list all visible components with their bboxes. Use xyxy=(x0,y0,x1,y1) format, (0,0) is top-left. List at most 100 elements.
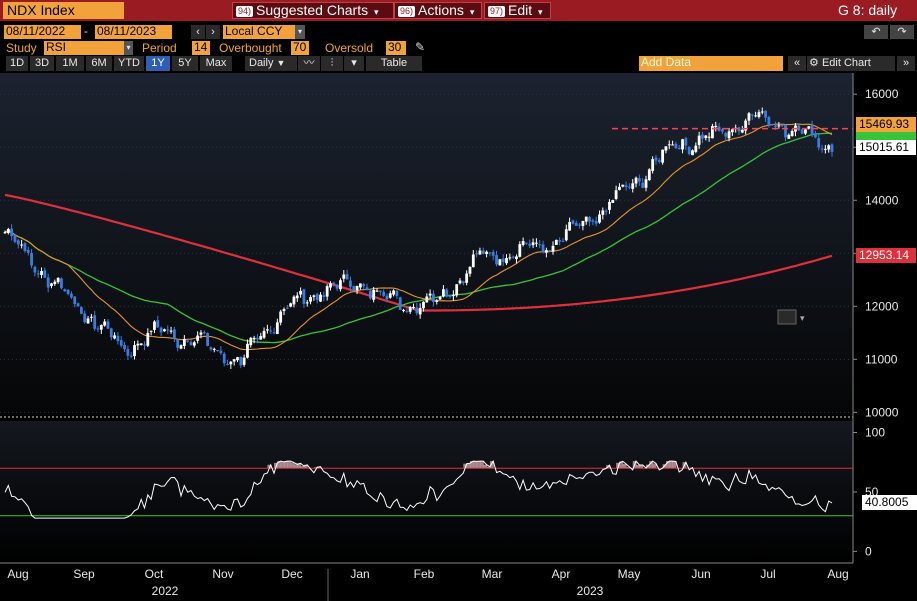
candle-body xyxy=(422,301,425,309)
candle-body xyxy=(661,149,665,163)
candle-body xyxy=(299,290,302,295)
candle-chart-icon[interactable]: ⫶ xyxy=(321,56,343,71)
candle-body xyxy=(335,284,339,289)
table-button[interactable]: Table xyxy=(366,56,422,71)
period-5y[interactable]: 5Y xyxy=(172,56,198,71)
candle-body xyxy=(119,340,123,346)
suggested-charts-button[interactable]: 94) Suggested Charts ▾ xyxy=(236,2,379,19)
period-1d[interactable]: 1D xyxy=(6,56,28,71)
candle-body xyxy=(561,240,565,242)
overbought-area xyxy=(473,461,478,469)
candle-body xyxy=(109,328,113,338)
currency-select[interactable]: Local CCY xyxy=(223,25,295,39)
candle-body xyxy=(684,138,688,146)
end-date-input[interactable]: 08/11/2023 xyxy=(95,25,172,39)
add-data-input[interactable]: Add Data xyxy=(639,56,783,71)
mini-chart-icon[interactable] xyxy=(777,309,797,325)
study-dropdown-icon[interactable]: ▾ xyxy=(124,41,133,55)
candle-body xyxy=(601,210,605,215)
prev-range-icon[interactable]: ‹ xyxy=(191,25,205,39)
candle-body xyxy=(103,321,107,326)
candle-body xyxy=(269,330,273,332)
candle-body xyxy=(491,252,495,256)
candle-body xyxy=(332,282,336,285)
ma-mid-tag xyxy=(856,132,916,140)
candle-body xyxy=(349,280,352,287)
edit-button[interactable]: 97) Edit ▾ xyxy=(488,2,543,19)
period-input[interactable]: 14 xyxy=(192,41,210,55)
candle-body xyxy=(687,146,691,154)
candle-body xyxy=(518,244,522,257)
candle-body xyxy=(704,135,708,139)
candle-body xyxy=(644,179,648,188)
oversold-input[interactable]: 30 xyxy=(386,41,406,55)
candle-body xyxy=(671,144,674,146)
overbought-area xyxy=(290,462,295,469)
redo-icon[interactable]: ↷ xyxy=(890,25,914,39)
candle-body xyxy=(674,143,678,149)
start-date-input[interactable]: 08/11/2022 xyxy=(4,25,81,39)
pencil-icon[interactable]: ✎ xyxy=(415,40,425,54)
candle-body xyxy=(750,114,754,116)
mini-chart-dropdown-icon[interactable]: ▾ xyxy=(800,313,805,323)
chart-type-dropdown-icon[interactable]: ▾ xyxy=(344,56,364,71)
month-label: Jul xyxy=(760,567,775,581)
study-select[interactable]: RSI xyxy=(44,41,124,55)
frequency-select[interactable]: Daily ▼ xyxy=(245,56,297,71)
candle-body xyxy=(604,210,608,212)
candle-body xyxy=(691,150,694,156)
candle-body xyxy=(23,243,27,251)
candle-body xyxy=(388,293,392,298)
candle-body xyxy=(481,250,485,254)
candle-body xyxy=(315,294,319,301)
line-chart-icon[interactable]: 〰 xyxy=(298,56,320,71)
edit-chart-button[interactable]: ⚙ Edit Chart xyxy=(807,56,895,71)
candle-body xyxy=(521,241,525,245)
period-6m[interactable]: 6M xyxy=(86,56,112,71)
candle-body xyxy=(212,348,216,350)
candle-body xyxy=(624,185,628,188)
overbought-input[interactable]: 70 xyxy=(291,41,309,55)
candle-body xyxy=(73,296,77,305)
candle-body xyxy=(99,325,103,330)
candle-body xyxy=(362,284,366,287)
actions-label: Actions xyxy=(418,2,464,18)
period-1y[interactable]: 1Y xyxy=(146,56,170,71)
candle-body xyxy=(146,332,150,346)
period-max[interactable]: Max xyxy=(200,56,232,71)
candle-body xyxy=(222,353,226,364)
candle-body xyxy=(163,329,166,332)
study-label: Study xyxy=(6,41,37,55)
period-ytd[interactable]: YTD xyxy=(114,56,144,71)
candle-body xyxy=(475,253,479,255)
currency-dropdown-icon[interactable]: ▾ xyxy=(295,25,305,39)
candle-body xyxy=(26,249,30,253)
candle-body xyxy=(747,113,751,121)
candle-body xyxy=(568,221,572,231)
candle-body xyxy=(149,330,153,332)
candle-body xyxy=(588,217,591,222)
expand-icon[interactable]: » xyxy=(897,56,915,71)
year-label: 2022 xyxy=(152,584,179,598)
candle-body xyxy=(498,259,502,266)
candle-body xyxy=(262,330,266,338)
candle-body xyxy=(172,329,176,339)
candle-body xyxy=(322,295,326,297)
collapse-icon[interactable]: « xyxy=(788,56,806,71)
candle-body xyxy=(242,357,246,365)
period-3d[interactable]: 3D xyxy=(30,56,54,71)
candle-body xyxy=(30,253,33,266)
candle-body xyxy=(767,117,771,126)
candle-body xyxy=(166,329,170,331)
candle-body xyxy=(415,307,419,314)
next-range-icon[interactable]: › xyxy=(206,25,220,39)
period-1m[interactable]: 1M xyxy=(56,56,84,71)
actions-button[interactable]: 96) Actions ▾ xyxy=(398,2,474,19)
candle-body xyxy=(302,289,306,304)
candle-body xyxy=(551,245,555,252)
undo-icon[interactable]: ↶ xyxy=(864,25,888,39)
candle-body xyxy=(548,249,552,251)
candle-body xyxy=(382,291,386,296)
month-label: Sep xyxy=(73,567,95,581)
candle-body xyxy=(249,337,253,346)
